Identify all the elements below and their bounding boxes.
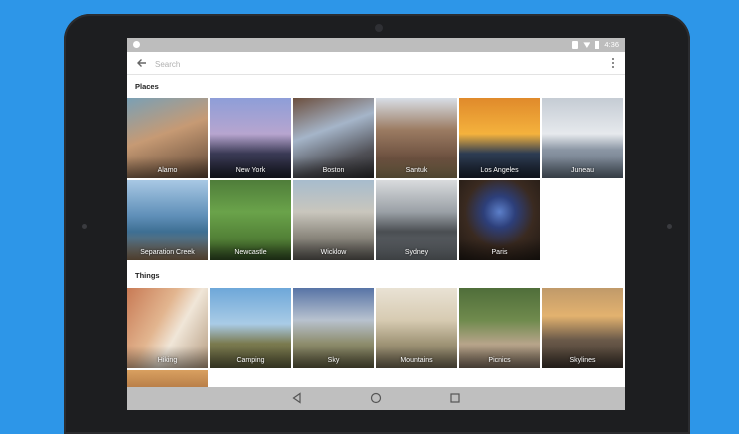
- place-tile-wicklow[interactable]: Wicklow: [293, 180, 374, 260]
- screen: 4:36 Places Alamo New York Boston Santuk…: [127, 38, 625, 410]
- place-tile-separation-creek[interactable]: Separation Creek: [127, 180, 208, 260]
- notification-icon: [133, 41, 140, 48]
- sensor-dot-right: [667, 224, 672, 229]
- section-title-things: Things: [135, 271, 160, 280]
- place-tile-boston[interactable]: Boston: [293, 98, 374, 178]
- arrow-left-icon[interactable]: [135, 56, 149, 70]
- place-tile-new-york[interactable]: New York: [210, 98, 291, 178]
- status-time: 4:36: [604, 40, 619, 49]
- place-tile-juneau[interactable]: Juneau: [542, 98, 623, 178]
- more-vert-icon[interactable]: [612, 58, 615, 68]
- status-bar: 4:36: [127, 38, 625, 52]
- sensor-dot-left: [82, 224, 87, 229]
- place-tile-los-angeles[interactable]: Los Angeles: [459, 98, 540, 178]
- wifi-icon: [583, 42, 591, 48]
- square-recents-icon[interactable]: [449, 392, 461, 404]
- thing-tile-picnics[interactable]: Picnics: [459, 288, 540, 368]
- place-tile-alamo[interactable]: Alamo: [127, 98, 208, 178]
- place-tile-sydney[interactable]: Sydney: [376, 180, 457, 260]
- place-tile-santuk[interactable]: Santuk: [376, 98, 457, 178]
- circle-home-icon[interactable]: [370, 392, 382, 404]
- thing-tile-skylines[interactable]: Skylines: [542, 288, 623, 368]
- place-tile-newcastle[interactable]: Newcastle: [210, 180, 291, 260]
- vibrate-icon: [572, 40, 579, 49]
- camera-icon: [375, 24, 383, 32]
- triangle-back-icon[interactable]: [291, 392, 303, 404]
- section-title-places: Places: [135, 82, 159, 91]
- thing-tile-camping[interactable]: Camping: [210, 288, 291, 368]
- place-tile-paris[interactable]: Paris: [459, 180, 540, 260]
- status-icons: 4:36: [572, 40, 619, 49]
- thing-tile-hiking[interactable]: Hiking: [127, 288, 208, 368]
- navigation-bar: [127, 387, 625, 410]
- search-input[interactable]: [153, 55, 577, 73]
- search-bar: [127, 52, 625, 75]
- thing-tile-sky[interactable]: Sky: [293, 288, 374, 368]
- thing-tile-mountains[interactable]: Mountains: [376, 288, 457, 368]
- battery-icon: [595, 40, 600, 49]
